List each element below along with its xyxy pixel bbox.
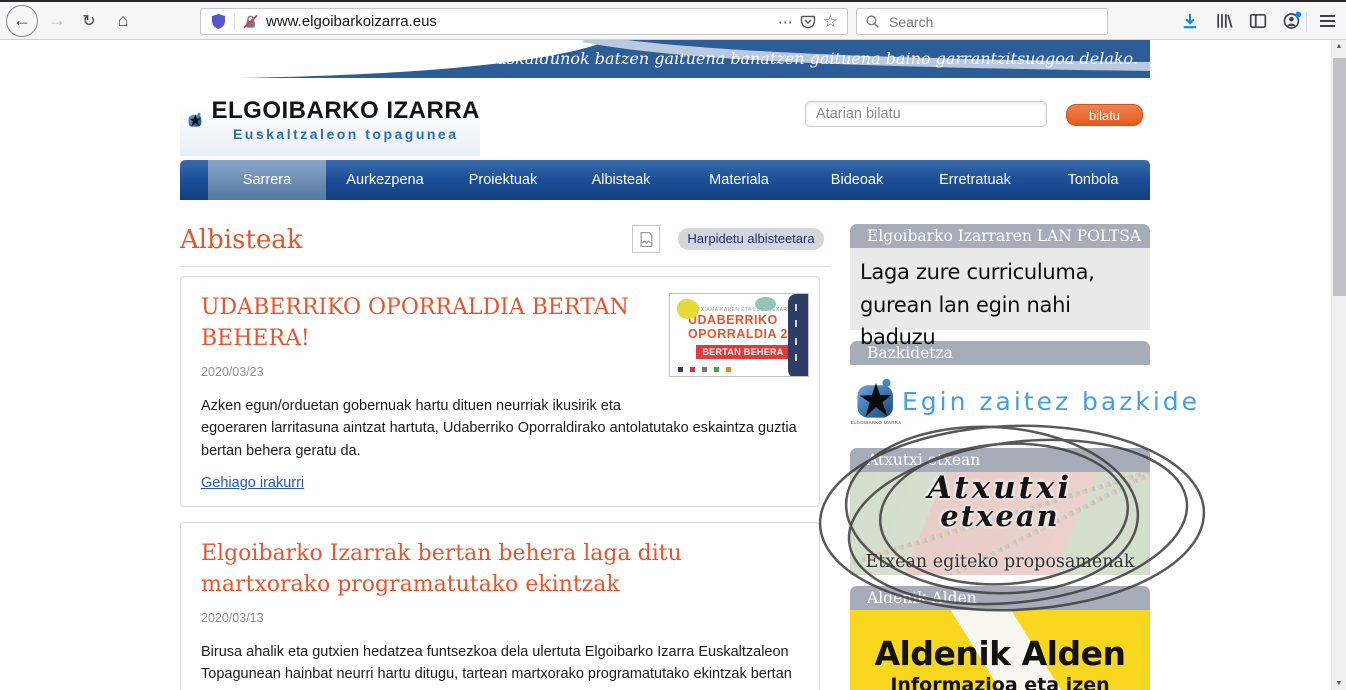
bookmark-star-icon[interactable]: ☆ [823,12,838,32]
back-icon: ← [13,10,31,31]
article-thumbnail[interactable]: ATXUTXIAMAIKAREN ETA LUDOTEKAREN UDABERR… [669,293,809,377]
widget-bazkidetza: Bazkidetza ELGOIBARKO IZARRA Egin zaitez… [850,341,1150,437]
search-icon [865,14,880,29]
menu-button[interactable] [1316,10,1338,32]
urlbar-divider [234,13,235,30]
insecure-lock-icon[interactable] [242,13,259,30]
article-body: egoeraren larritasuna aintzat hartuta, U… [201,417,799,462]
library-button[interactable] [1212,12,1236,30]
page-actions-icon[interactable]: ⋯ [778,13,793,31]
site-search-button[interactable]: bilatu [1066,104,1143,126]
subscribe-news-button[interactable]: Harpidetu albisteetara [678,228,824,250]
news-article-card: Elgoibarko Izarrak bertan behera laga di… [180,522,820,690]
bazkidetza-banner[interactable]: ELGOIBARKO IZARRA Egin zaitez bazkide [850,365,1150,437]
browser-search-input[interactable] [887,13,1099,31]
sidebar-icon [1249,12,1267,30]
widget-title[interactable]: Elgoibarko Izarraren LAN POLTSA [850,224,1150,248]
aldenik-title: Aldenik Alden [850,634,1150,673]
scroll-up-icon[interactable]: ▲ [1332,43,1346,50]
pocket-icon[interactable] [800,14,816,30]
nav-item-aurkezpena[interactable]: Aurkezpena [326,160,444,200]
site-header: ELGOIBARKO IZARRA Euskaltzaleon topagune… [180,78,1150,160]
thumb-teal-blob [755,297,776,311]
toolbar-divider [1306,12,1307,32]
logo-star-icon [855,378,897,420]
article-body: Birusa ahalik eta gutxien hedatzea funts… [201,641,799,690]
nav-item-bideoak[interactable]: Bideoak [798,160,916,200]
read-more-link[interactable]: Gehiago irakurri [201,475,304,491]
lan-poltsa-banner[interactable]: Laga zure curriculuma, gurean lan egin n… [850,248,1150,330]
widget-title[interactable]: Aldenik Alden [850,586,1150,610]
forward-button[interactable]: → [44,8,70,34]
mini-logo: ELGOIBARKO IZARRA [850,378,902,425]
atxutxi-banner[interactable]: Atxutxi etxean Etxean egiteko proposamen… [850,472,1150,575]
tracking-shield-icon[interactable] [210,13,227,30]
mini-logo-caption: ELGOIBARKO IZARRA [851,420,902,425]
hamburger-icon [1320,15,1335,17]
url-text[interactable]: www.elgoibarkoizarra.eus [266,13,771,30]
aldenik-banner[interactable]: Aldenik Alden Informazioa eta izen emate… [850,610,1150,690]
nav-item-proiektuak[interactable]: Proiektuak [444,160,562,200]
sidebar: Elgoibarko Izarraren LAN POLTSA Laga zur… [850,224,1150,690]
aldenik-subtitle: Informazioa eta izen emateak [850,674,1150,690]
url-bar[interactable]: www.elgoibarkoizarra.eus ⋯ ☆ [200,8,848,35]
download-icon [1181,12,1199,30]
sidebars-button[interactable] [1246,12,1270,30]
site-top-banner: Euskaldunok batzen gaituena banatzen gai… [180,40,1150,78]
library-icon [1215,12,1233,30]
logo-subtitle: Euskaltzaleon topagunea [233,126,459,142]
widget-title[interactable]: Atxutxi etxean [850,448,1150,472]
news-article-card: UDABERRIKO OPORRALDIA BERTAN BEHERA! ATX… [180,276,820,507]
thumb-logos [678,367,731,372]
browser-search-bar[interactable] [856,8,1108,35]
nav-item-albisteak[interactable]: Albisteak [562,160,680,200]
home-icon: ⌂ [118,10,129,31]
home-button[interactable]: ⌂ [110,8,136,34]
reload-icon: ↻ [82,11,95,31]
site-slogan: Euskaldunok batzen gaituena banatzen gai… [485,49,1138,68]
lan-poltsa-line1: Laga zure curriculuma, [860,256,1140,289]
logo-title: ELGOIBARKO IZARRA [212,97,481,125]
reload-button[interactable]: ↻ [76,8,102,34]
logo-star-icon [188,88,203,152]
downloads-button[interactable] [1178,12,1202,30]
bazkidetza-text: Egin zaitez bazkide [902,387,1200,416]
heading-divider [180,266,830,267]
account-button[interactable] [1279,11,1305,31]
widget-lan-poltsa: Elgoibarko Izarraren LAN POLTSA Laga zur… [850,224,1150,330]
widget-aldenik-alden: Aldenik Alden Aldenik Alden Informazioa … [850,586,1150,690]
site-logo[interactable]: ELGOIBARKO IZARRA Euskaltzaleon topagune… [180,83,480,156]
atxutxi-script-text: Atxutxi etxean [850,474,1150,531]
scroll-down-icon[interactable]: ▼ [1332,680,1346,687]
scrollbar-thumb[interactable] [1333,58,1346,296]
feed-button[interactable] [632,225,660,253]
site-search-input[interactable] [805,101,1047,127]
thumb-ribbon: BERTAN BEHERA [696,345,790,359]
page-scrollbar[interactable]: ▲ ▼ [1331,40,1346,690]
main-nav: Sarrera Aurkezpena Proiektuak Albisteak … [180,160,1150,200]
nav-item-erretratuak[interactable]: Erretratuak [916,160,1034,200]
notification-dot [1295,11,1301,17]
widget-atxutxi-etxean: Atxutxi etxean Atxutxi etxean Etxean egi… [850,448,1150,575]
feed-document-icon [638,231,655,248]
article-date: 2020/03/13 [201,611,799,625]
nav-item-tonbola[interactable]: Tonbola [1034,160,1152,200]
account-icon [1282,11,1302,31]
nav-item-materiala[interactable]: Materiala [680,160,798,200]
article-title[interactable]: UDABERRIKO OPORRALDIA BERTAN BEHERA! [201,293,669,355]
page-viewport: Euskaldunok batzen gaituena banatzen gai… [0,40,1331,690]
article-body-line1: Azken egun/orduetan gobernuak hartu ditu… [201,395,799,417]
nav-item-sarrera[interactable]: Sarrera [208,160,326,200]
forward-icon: → [48,10,66,31]
back-button[interactable]: ← [6,5,38,37]
article-title[interactable]: Elgoibarko Izarrak bertan behera laga di… [201,539,799,601]
widget-title[interactable]: Bazkidetza [850,341,1150,365]
atxutxi-caption: Etxean egiteko proposamenak [850,552,1150,572]
thumb-yellow-blob [677,299,699,319]
thumb-figure-graphic [788,294,809,377]
browser-toolbar: ← → ↻ ⌂ www.elgoibarkoizarra.eus ⋯ ☆ [0,0,1346,40]
